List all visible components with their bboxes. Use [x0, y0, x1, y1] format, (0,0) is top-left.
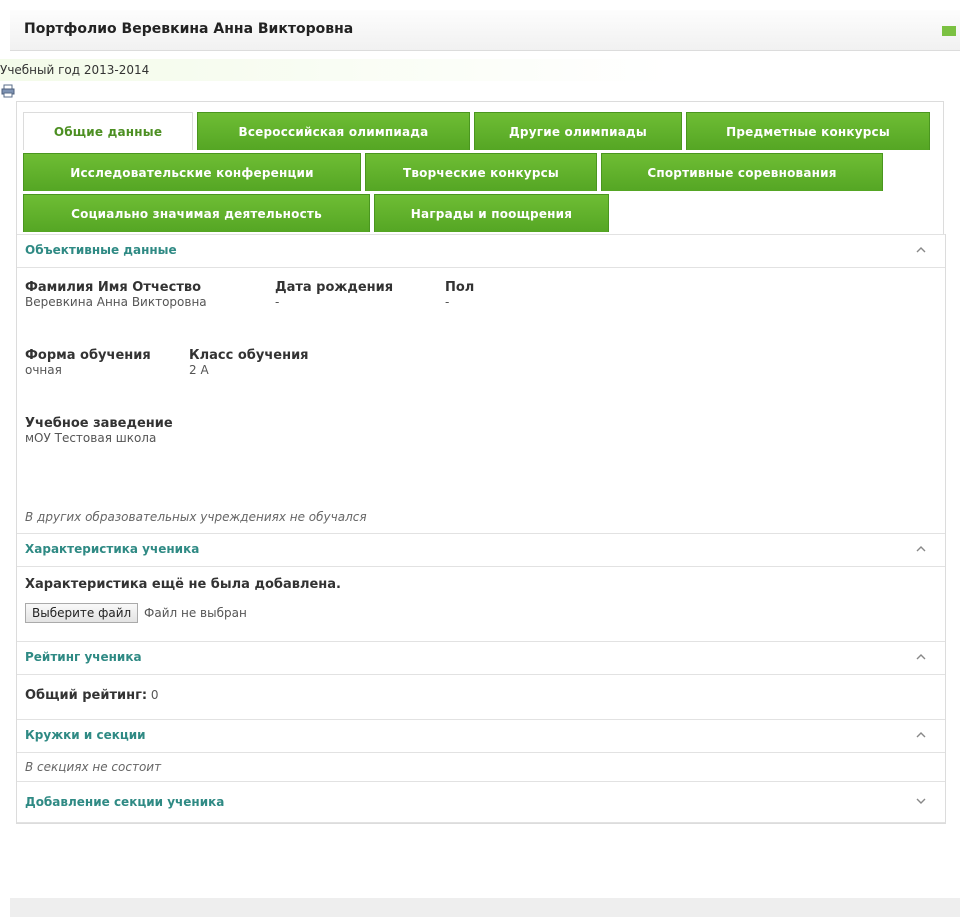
clubs-note: В секциях не состоит — [25, 760, 162, 774]
academic-year-label: Учебный год 2013-2014 — [0, 63, 150, 77]
chevron-up-icon[interactable] — [915, 729, 927, 744]
tab-creative-contests[interactable]: Творческие конкурсы — [365, 153, 597, 191]
tab-label: Награды и поощрения — [410, 206, 573, 221]
tab-awards[interactable]: Награды и поощрения — [374, 194, 609, 232]
chevron-up-icon[interactable] — [915, 244, 927, 259]
tab-general[interactable]: Общие данные — [23, 112, 193, 150]
portfolio-panel: Портфолио Веревкина Анна Викторовна Учеб… — [0, 10, 960, 824]
section-title: Кружки и секции — [25, 728, 146, 742]
panel-header: Портфолио Веревкина Анна Викторовна — [10, 10, 960, 51]
tab-label: Исследовательские конференции — [70, 165, 314, 180]
class-value: 2 А — [189, 363, 209, 377]
footer-bar — [10, 898, 960, 917]
characteristic-status: Характеристика ещё не была добавлена. — [25, 577, 341, 592]
tab-russian-olympiad[interactable]: Всероссийская олимпиада — [197, 112, 470, 150]
school-value: мОУ Тестовая школа — [25, 431, 157, 445]
status-indicator — [942, 26, 956, 36]
academic-year-bar: Учебный год 2013-2014 — [0, 59, 960, 81]
section-body-clubs: В секциях не состоит — [17, 753, 945, 781]
section-header-rating[interactable]: Рейтинг ученика — [17, 641, 945, 675]
tab-label: Другие олимпиады — [509, 124, 647, 139]
school-label: Учебное заведение — [25, 416, 173, 431]
tab-content: Объективные данные Фамилия Имя Отчество … — [16, 234, 946, 824]
tab-label: Творческие конкурсы — [403, 165, 559, 180]
chevron-up-icon[interactable] — [915, 651, 927, 666]
choose-file-button[interactable]: Выберите файл — [25, 603, 139, 623]
chevron-down-icon[interactable] — [915, 795, 927, 810]
section-header-clubs[interactable]: Кружки и секции — [17, 719, 945, 753]
tab-label: Общие данные — [53, 124, 163, 139]
rating-value: 0 — [150, 688, 159, 702]
section-title: Добавление секции ученика — [25, 795, 225, 809]
sex-label: Пол — [445, 280, 475, 295]
tab-label: Спортивные соревнования — [647, 165, 837, 180]
section-header-objective[interactable]: Объективные данные — [17, 234, 945, 268]
tab-bar: Общие данные Всероссийская олимпиада Дру… — [16, 101, 944, 234]
sex-value: - — [445, 295, 450, 309]
dob-label: Дата рождения — [275, 280, 394, 295]
tab-social-activity[interactable]: Социально значимая деятельность — [23, 194, 370, 232]
class-label: Класс обучения — [189, 348, 309, 363]
tab-research-conferences[interactable]: Исследовательские конференции — [23, 153, 361, 191]
section-title: Характеристика ученика — [25, 542, 200, 556]
fio-label: Фамилия Имя Отчество — [25, 280, 202, 295]
section-title: Рейтинг ученика — [25, 650, 142, 664]
section-header-characteristic[interactable]: Характеристика ученика — [17, 533, 945, 567]
chevron-up-icon[interactable] — [915, 543, 927, 558]
tab-label: Всероссийская олимпиада — [238, 124, 429, 139]
tab-other-olympiads[interactable]: Другие олимпиады — [474, 112, 682, 150]
printer-icon[interactable] — [1, 83, 15, 102]
page-title: Портфолио Веревкина Анна Викторовна — [24, 21, 354, 37]
tab-sports-competitions[interactable]: Спортивные соревнования — [601, 153, 883, 191]
fio-value: Веревкина Анна Викторовна — [25, 295, 207, 309]
rating-label: Общий рейтинг: — [25, 688, 148, 703]
other-schools-note: В других образовательных учреждениях не … — [25, 510, 367, 524]
dob-value: - — [275, 295, 280, 309]
section-body-objective: Фамилия Имя Отчество Веревкина Анна Викт… — [17, 268, 945, 533]
section-title: Объективные данные — [25, 243, 177, 257]
tab-label: Предметные конкурсы — [726, 124, 890, 139]
tab-label: Социально значимая деятельность — [71, 206, 322, 221]
file-status: Файл не выбран — [144, 606, 247, 620]
tab-subject-contests[interactable]: Предметные конкурсы — [686, 112, 930, 150]
study-form-value: очная — [25, 363, 62, 377]
section-body-rating: Общий рейтинг: 0 — [17, 675, 945, 719]
section-header-add-club[interactable]: Добавление секции ученика — [17, 781, 945, 823]
section-body-characteristic: Характеристика ещё не была добавлена. Вы… — [17, 567, 945, 641]
study-form-label: Форма обучения — [25, 348, 151, 363]
